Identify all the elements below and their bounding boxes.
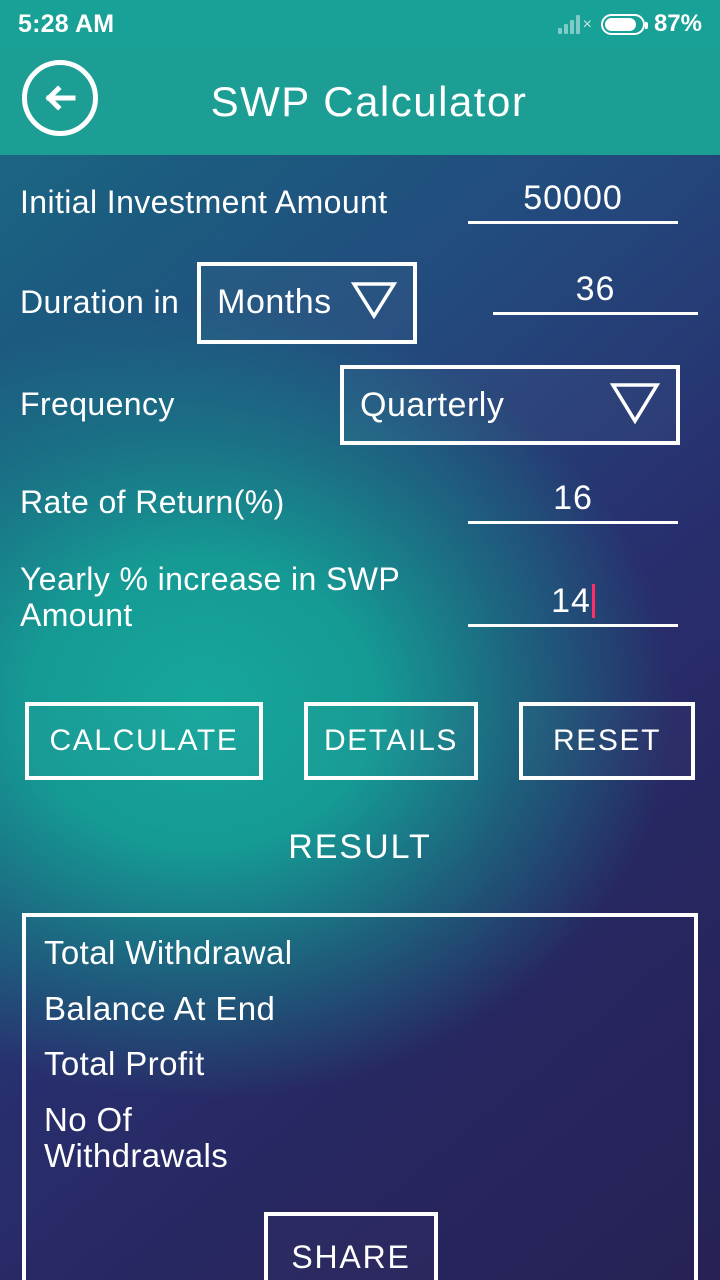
page-title: SWP Calculator bbox=[210, 77, 528, 125]
result-heading: RESULT bbox=[288, 828, 432, 866]
initial-investment-label: Initial Investment Amount bbox=[20, 183, 388, 220]
list-item: Total Profit bbox=[44, 1045, 205, 1083]
frequency-label: Frequency bbox=[20, 386, 175, 423]
calculate-button[interactable]: CALCULATE bbox=[25, 702, 263, 780]
back-arrow-circle-icon[interactable] bbox=[22, 60, 98, 136]
share-button[interactable]: SHARE bbox=[264, 1212, 438, 1280]
rate-of-return-label: Rate of Return(%) bbox=[20, 483, 285, 520]
result-panel: Total Withdrawal Balance At End Total Pr… bbox=[22, 913, 698, 1280]
duration-unit-value: Months bbox=[217, 283, 332, 321]
app-bar: SWP Calculator bbox=[0, 48, 720, 155]
row-duration: Duration in Months 36 bbox=[0, 250, 720, 355]
text-cursor bbox=[591, 584, 595, 618]
battery-icon bbox=[600, 13, 648, 35]
share-button-wrap: SHARE bbox=[17, 1212, 685, 1280]
chevron-down-icon bbox=[609, 381, 661, 430]
list-item: No Of Withdrawals bbox=[44, 1100, 229, 1174]
result-list: Total Withdrawal Balance At End Total Pr… bbox=[44, 935, 694, 1173]
yearly-increase-value: 14 bbox=[551, 582, 591, 620]
row-rate-of-return: Rate of Return(%) 16 bbox=[0, 455, 720, 550]
yearly-increase-input[interactable]: 14 bbox=[468, 584, 678, 627]
action-buttons: CALCULATE DETAILS RESET bbox=[0, 702, 720, 780]
signal-bars-no-service-icon: × bbox=[557, 14, 592, 34]
duration-unit-dropdown[interactable]: Months bbox=[197, 261, 418, 344]
battery-percent: 87% bbox=[653, 10, 702, 37]
frequency-dropdown[interactable]: Quarterly bbox=[340, 365, 680, 445]
rate-of-return-input[interactable]: 16 bbox=[468, 481, 678, 524]
row-yearly-increase: Yearly % increase in SWP Amount 14 bbox=[0, 550, 720, 655]
reset-button[interactable]: RESET bbox=[519, 702, 695, 780]
list-item: Total Withdrawal bbox=[44, 934, 293, 971]
yearly-increase-label: Yearly % increase in SWP Amount bbox=[20, 561, 400, 633]
details-button[interactable]: DETAILS bbox=[304, 702, 478, 780]
calculator-form: Initial Investment Amount 50000 Duration… bbox=[0, 155, 720, 655]
app-screen: 5:28 AM × 87% SWP Calculator Initial Inv… bbox=[0, 0, 720, 1280]
list-item: Balance At End bbox=[44, 989, 276, 1027]
status-bar: 5:28 AM × 87% bbox=[0, 0, 720, 48]
row-frequency: Frequency Quarterly bbox=[0, 355, 720, 455]
frequency-value: Quarterly bbox=[360, 385, 505, 424]
chevron-down-icon bbox=[350, 280, 398, 325]
duration-label: Duration in bbox=[20, 283, 180, 320]
duration-value: 36 bbox=[575, 270, 616, 308]
duration-value-input[interactable]: 36 bbox=[493, 272, 698, 315]
row-initial-investment: Initial Investment Amount 50000 bbox=[0, 155, 720, 250]
initial-investment-value: 50000 bbox=[523, 179, 623, 217]
status-indicators: × 87% bbox=[557, 10, 702, 38]
initial-investment-input[interactable]: 50000 bbox=[468, 181, 678, 224]
status-time: 5:28 AM bbox=[18, 9, 115, 38]
rate-of-return-value: 16 bbox=[553, 479, 593, 517]
